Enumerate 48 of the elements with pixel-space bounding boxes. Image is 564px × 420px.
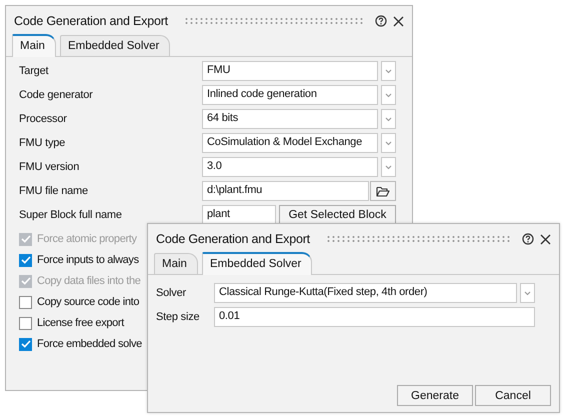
checkbox-label: Force inputs to always (37, 254, 139, 266)
input-field[interactable]: plant (202, 205, 276, 225)
tab[interactable]: Main (12, 34, 56, 57)
checkbox-label: Copy source code into (37, 296, 140, 308)
checkbox[interactable] (19, 254, 32, 266)
dropdown-button[interactable] (381, 61, 396, 81)
dropdown-field[interactable]: 3.0 (202, 157, 378, 177)
checkbox[interactable] (19, 296, 32, 308)
dropdown-button[interactable] (520, 283, 535, 303)
dropdown-field[interactable]: Inlined code generation (202, 85, 378, 105)
field-label: Processor (18, 113, 68, 125)
help-icon[interactable] (522, 233, 534, 245)
input-field[interactable]: d:\plant.fmu (202, 181, 369, 201)
field-label: Solver (156, 287, 187, 299)
checkbox-label: Force embedded solve (37, 338, 142, 350)
folder-icon (376, 186, 390, 196)
close-icon[interactable] (540, 234, 551, 244)
dropdown-field[interactable]: 64 bits (202, 109, 378, 129)
dialog-button[interactable]: Cancel (475, 385, 551, 406)
input-field[interactable]: 0.01 (214, 307, 535, 327)
window-title: Code Generation and Export (14, 14, 168, 28)
checkbox[interactable] (19, 338, 32, 350)
tab[interactable]: Embedded Solver (202, 252, 312, 275)
tab[interactable]: Main (154, 253, 198, 274)
field-label: FMU file name (18, 185, 89, 197)
dialog-button[interactable]: Generate (397, 385, 473, 406)
field-label: Code generator (18, 89, 94, 101)
dropdown-field[interactable]: FMU (202, 61, 378, 81)
field-label: FMU version (18, 161, 80, 173)
browse-button[interactable] (370, 181, 396, 201)
tab[interactable]: Embedded Solver (60, 35, 170, 56)
dropdown-button[interactable] (381, 85, 396, 105)
dropdown-field[interactable]: CoSimulation & Model Exchange (202, 133, 378, 153)
field-label: Step size (156, 311, 200, 323)
checkbox[interactable] (19, 316, 32, 330)
dropdown-field[interactable]: Classical Runge-Kutta(Fixed step, 4th order) (214, 283, 517, 303)
checkbox-label: Force atomic property (37, 233, 137, 245)
field-label: FMU type (18, 137, 66, 149)
window-title: Code Generation and Export (156, 232, 310, 246)
dropdown-button[interactable] (381, 109, 396, 129)
checkbox-label: Copy data files into the (37, 275, 141, 287)
dropdown-button[interactable] (381, 133, 396, 153)
field-label: Target (18, 65, 50, 77)
get-block-button[interactable]: Get Selected Block (279, 205, 396, 225)
close-icon[interactable] (393, 16, 404, 26)
checkbox-label: License free export (37, 317, 124, 329)
help-icon[interactable] (375, 15, 387, 27)
field-label: Super Block full name (18, 209, 123, 221)
